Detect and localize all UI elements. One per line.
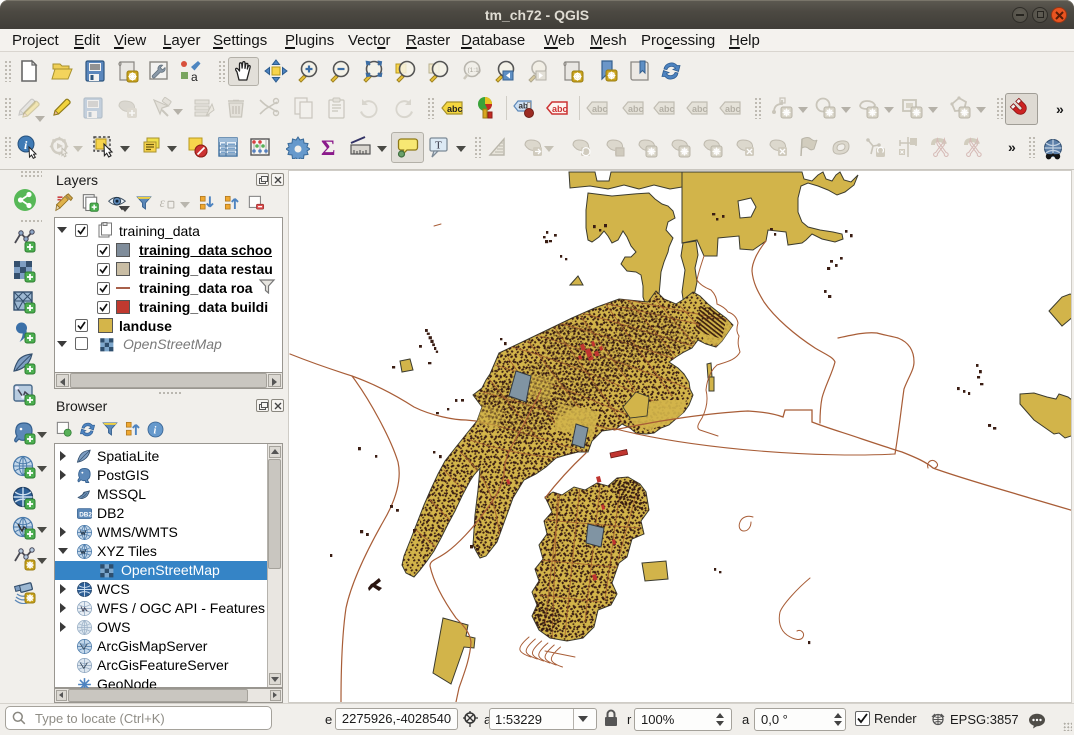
svg-text:abc: abc (447, 104, 463, 114)
svg-text:(1:1): (1:1) (468, 67, 481, 74)
svg-text:abc: abc (659, 104, 675, 114)
svg-text:abc: abc (552, 104, 568, 114)
svg-text:abc: abc (725, 104, 741, 114)
svg-text:Σ: Σ (321, 135, 335, 159)
svg-text:ε: ε (160, 195, 166, 210)
svg-text:abc: abc (628, 104, 644, 114)
svg-text:a: a (191, 70, 198, 83)
svg-text:abc: abc (692, 104, 708, 114)
svg-text:T: T (435, 140, 442, 152)
svg-text:DB2: DB2 (79, 511, 92, 518)
svg-text:i: i (154, 425, 157, 436)
svg-text:abc: abc (592, 104, 608, 114)
